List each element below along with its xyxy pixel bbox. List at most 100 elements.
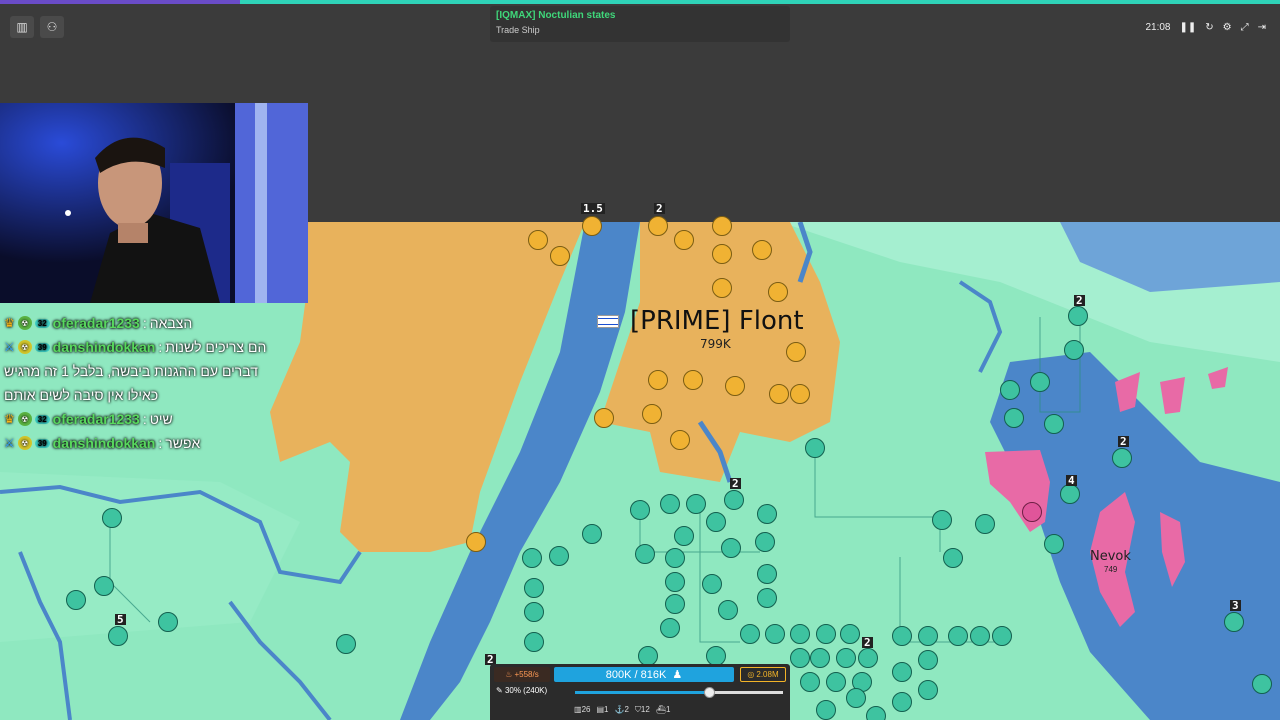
- leaderboard-icon[interactable]: ▥: [10, 16, 34, 38]
- city-icon[interactable]: [102, 508, 122, 528]
- city-icon[interactable]: [892, 692, 912, 712]
- city-icon[interactable]: [665, 572, 685, 592]
- city-icon[interactable]: [686, 494, 706, 514]
- city-icon[interactable]: [810, 648, 830, 668]
- city-icon[interactable]: [638, 646, 658, 666]
- city-icon[interactable]: [524, 602, 544, 622]
- city-icon[interactable]: [892, 626, 912, 646]
- factory-icon[interactable]: [336, 634, 356, 654]
- city-icon[interactable]: [840, 624, 860, 644]
- city-icon[interactable]: [712, 278, 732, 298]
- city-icon[interactable]: [674, 230, 694, 250]
- city-icon[interactable]: [665, 594, 685, 614]
- factory-icon[interactable]: [674, 526, 694, 546]
- city-icon[interactable]: [866, 706, 886, 720]
- factory-icon[interactable]: [635, 544, 655, 564]
- city-icon[interactable]: [932, 510, 952, 530]
- city-icon[interactable]: [1044, 534, 1064, 554]
- city-icon[interactable]: [1044, 414, 1064, 434]
- defense-post-icon[interactable]: [790, 384, 810, 404]
- pause-icon[interactable]: ❚❚: [1179, 22, 1196, 33]
- city-icon[interactable]: [948, 626, 968, 646]
- city-icon[interactable]: [66, 590, 86, 610]
- port-icon[interactable]: [970, 626, 990, 646]
- city-icon[interactable]: [918, 626, 938, 646]
- restart-icon[interactable]: ↻: [1205, 22, 1213, 33]
- city-icon[interactable]: [724, 490, 744, 510]
- city-icon[interactable]: [630, 500, 650, 520]
- factory-icon[interactable]: [706, 646, 726, 666]
- city-icon[interactable]: [800, 672, 820, 692]
- city-icon[interactable]: [1000, 380, 1020, 400]
- defense-post-icon[interactable]: [786, 342, 806, 362]
- attack-ratio-slider[interactable]: [575, 687, 783, 698]
- port-icon[interactable]: [992, 626, 1012, 646]
- settings-icon[interactable]: ⚙: [1223, 22, 1232, 33]
- city-icon[interactable]: [918, 680, 938, 700]
- defense-post-icon[interactable]: [683, 370, 703, 390]
- slider-handle[interactable]: [704, 687, 716, 698]
- defense-post-icon[interactable]: [670, 430, 690, 450]
- city-icon[interactable]: [721, 538, 741, 558]
- city-icon[interactable]: [108, 626, 128, 646]
- exit-icon[interactable]: ⇥: [1258, 22, 1266, 33]
- city-icon[interactable]: [94, 576, 114, 596]
- city-icon[interactable]: [836, 648, 856, 668]
- city-icon[interactable]: [826, 672, 846, 692]
- defense-post-icon[interactable]: [528, 230, 548, 250]
- city-icon[interactable]: [524, 632, 544, 652]
- city-icon[interactable]: [712, 216, 732, 236]
- city-icon[interactable]: [582, 216, 602, 236]
- port-icon[interactable]: [1060, 484, 1080, 504]
- city-icon[interactable]: [524, 578, 544, 598]
- city-icon[interactable]: [892, 662, 912, 682]
- fullscreen-icon[interactable]: ⤢: [1241, 22, 1249, 33]
- city-icon[interactable]: [660, 494, 680, 514]
- city-icon[interactable]: [1252, 674, 1272, 694]
- city-icon[interactable]: [805, 438, 825, 458]
- defense-post-icon[interactable]: [642, 404, 662, 424]
- city-icon[interactable]: [158, 612, 178, 632]
- city-icon[interactable]: [1004, 408, 1024, 428]
- city-icon[interactable]: [740, 624, 760, 644]
- factory-icon[interactable]: [943, 548, 963, 568]
- city-icon[interactable]: [816, 624, 836, 644]
- city-icon[interactable]: [757, 564, 777, 584]
- city-icon[interactable]: [765, 624, 785, 644]
- defense-post-icon[interactable]: [752, 240, 772, 260]
- city-icon[interactable]: [975, 514, 995, 534]
- event-notification[interactable]: [IQMAX] Noctulian states Trade Ship: [490, 6, 790, 42]
- city-icon[interactable]: [665, 548, 685, 568]
- port-icon[interactable]: [1022, 502, 1042, 522]
- nation-name-label[interactable]: Nevok: [1090, 549, 1131, 564]
- city-icon[interactable]: [846, 688, 866, 708]
- factory-icon[interactable]: [1064, 340, 1084, 360]
- city-icon[interactable]: [549, 546, 569, 566]
- defense-post-icon[interactable]: [768, 282, 788, 302]
- team-icon[interactable]: ⚇: [40, 16, 64, 38]
- city-icon[interactable]: [790, 648, 810, 668]
- city-icon[interactable]: [757, 588, 777, 608]
- port-icon[interactable]: [594, 408, 614, 428]
- city-icon[interactable]: [1068, 306, 1088, 326]
- city-icon[interactable]: [858, 648, 878, 668]
- port-icon[interactable]: [522, 548, 542, 568]
- city-icon[interactable]: [790, 624, 810, 644]
- city-icon[interactable]: [706, 512, 726, 532]
- nation-name-label[interactable]: [PRIME] Flont: [630, 306, 804, 336]
- city-icon[interactable]: [918, 650, 938, 670]
- defense-post-icon[interactable]: [550, 246, 570, 266]
- factory-icon[interactable]: [757, 504, 777, 524]
- city-icon[interactable]: [702, 574, 722, 594]
- defense-post-icon[interactable]: [769, 384, 789, 404]
- city-icon[interactable]: [718, 600, 738, 620]
- defense-post-icon[interactable]: [648, 370, 668, 390]
- factory-icon[interactable]: [816, 700, 836, 720]
- port-icon[interactable]: [1224, 612, 1244, 632]
- city-icon[interactable]: [660, 618, 680, 638]
- city-icon[interactable]: [755, 532, 775, 552]
- port-icon[interactable]: [1112, 448, 1132, 468]
- city-icon[interactable]: [582, 524, 602, 544]
- city-icon[interactable]: [712, 244, 732, 264]
- factory-icon[interactable]: [1030, 372, 1050, 392]
